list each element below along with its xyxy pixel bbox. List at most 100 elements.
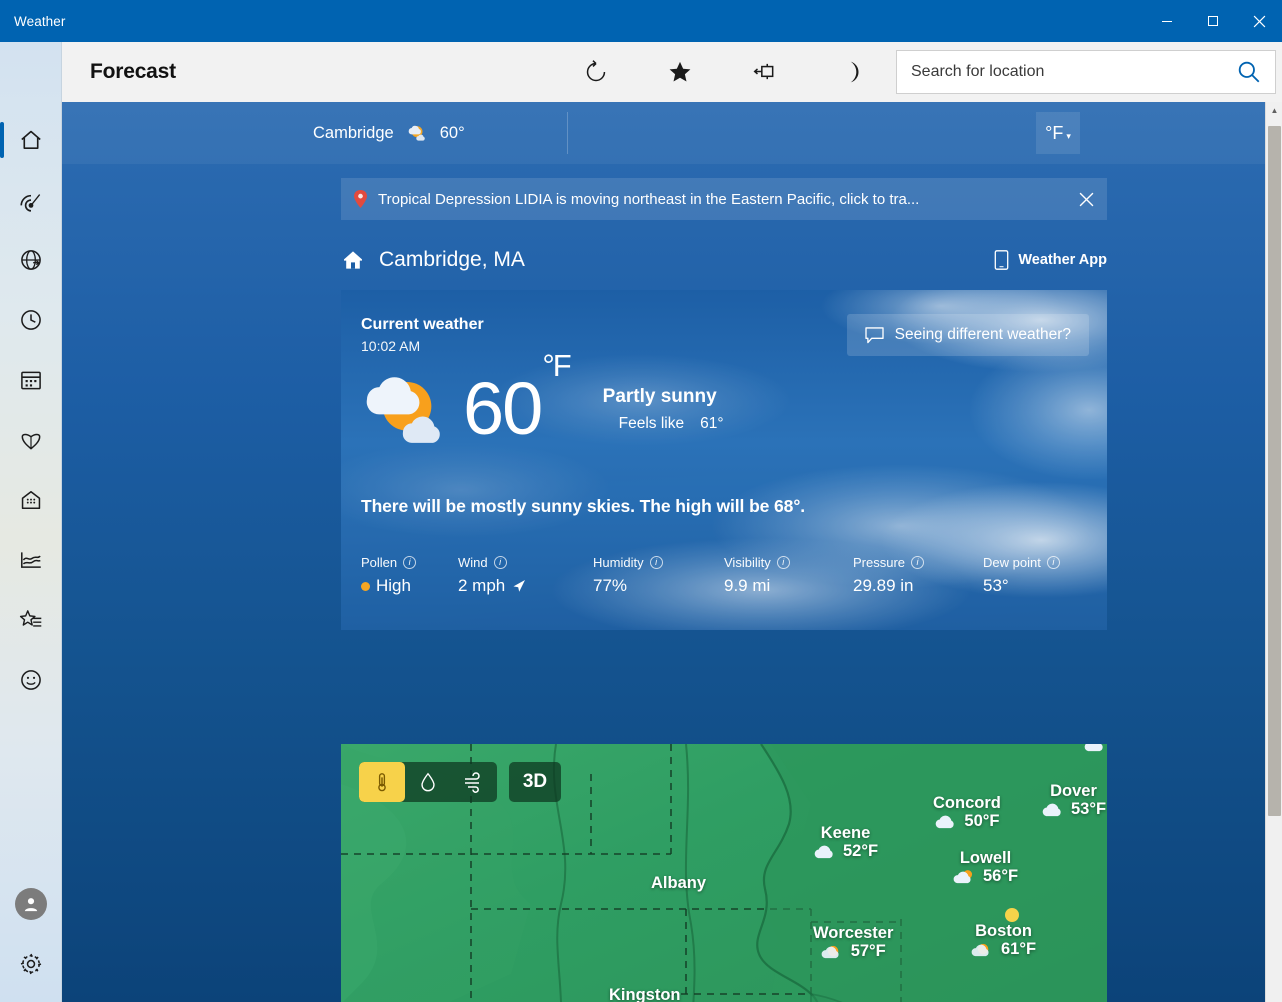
scroll-up-button[interactable]: ▲ (1266, 102, 1282, 119)
map-city-name: Boston (975, 922, 1032, 940)
info-icon[interactable]: i (403, 556, 417, 569)
map-city-marker[interactable]: Dover 53°F (1041, 782, 1106, 819)
avatar (15, 888, 47, 920)
unit-label: °F (1045, 122, 1064, 143)
thermometer-icon (378, 773, 386, 792)
map-layer-temperature-button[interactable] (359, 762, 405, 802)
minimize-button[interactable] (1144, 0, 1190, 42)
search-submit-button[interactable] (1223, 50, 1275, 94)
map-city-marker[interactable]: Concord 50°F (933, 794, 1001, 831)
close-button[interactable] (1236, 0, 1282, 42)
alert-banner[interactable]: Tropical Depression LIDIA is moving nort… (341, 178, 1107, 220)
star-list-icon (19, 610, 42, 627)
metric-pressure-value: 29.89 in (853, 576, 914, 595)
house-grid-icon (21, 491, 41, 509)
sidebar-item-monthly[interactable] (0, 350, 62, 410)
map-layer-precipitation-button[interactable] (405, 762, 451, 802)
info-icon[interactable]: i (776, 556, 790, 569)
current-temperature: 60°F (463, 350, 572, 446)
sidebar-item-world[interactable] (0, 230, 62, 290)
map-city-marker[interactable]: Albany (651, 874, 706, 893)
unit-toggle-button[interactable]: °F ▾ (1036, 112, 1080, 154)
vertical-scrollbar[interactable]: ▲ (1265, 102, 1282, 1002)
forecast-narrative: There will be mostly sunny skies. The hi… (361, 496, 805, 516)
map-3d-toggle-button[interactable]: 3D (509, 762, 561, 802)
info-icon[interactable]: i (911, 556, 925, 569)
current-temperature-value: 60 (463, 367, 543, 450)
minimize-icon (1162, 21, 1172, 22)
navigation-rail-items (0, 110, 62, 710)
pin-button[interactable] (722, 42, 806, 102)
favorite-button[interactable] (638, 42, 722, 102)
night-mode-button[interactable] (806, 42, 890, 102)
current-weather-inner: Current weather 10:02 AM Seeing differen… (341, 290, 1107, 596)
wind-icon (465, 772, 480, 793)
info-icon[interactable]: i (649, 556, 663, 569)
page-location-title: Cambridge, MA (379, 248, 525, 271)
sidebar-item-historical[interactable] (0, 530, 62, 590)
location-tab-cambridge[interactable]: Cambridge 60° (313, 122, 465, 144)
sidebar-item-feedback[interactable] (0, 650, 62, 710)
search-input[interactable] (897, 63, 1223, 81)
account-button[interactable] (0, 874, 62, 934)
search-icon (1238, 61, 1260, 83)
window-controls (1144, 0, 1282, 42)
settings-button[interactable] (0, 934, 62, 994)
window-titlebar: Weather (0, 0, 1282, 42)
weather-app-label: Weather App (1018, 252, 1107, 268)
condition-block: Partly sunny Feels like 61° (603, 386, 724, 433)
metric-visibility-label: Visibility (724, 555, 771, 570)
search-box[interactable] (896, 50, 1276, 94)
map-city-temp: 57°F (850, 942, 886, 960)
chart-icon (21, 552, 41, 568)
metric-dew-point-value: 53° (983, 576, 1009, 595)
map-city-marker[interactable]: Lowell 56°F (953, 849, 1018, 886)
sidebar-item-favorites[interactable] (0, 590, 62, 650)
seeing-different-weather-button[interactable]: Seeing different weather? (846, 314, 1089, 356)
calendar-icon (21, 371, 41, 390)
leaf-icon (21, 433, 41, 450)
metric-humidity: Humidity i 77% (593, 555, 724, 596)
pollen-level-dot (361, 581, 370, 591)
info-icon[interactable]: i (493, 556, 507, 569)
metric-visibility-label-row: Visibility i (724, 555, 853, 570)
current-weather-card: Current weather 10:02 AM Seeing differen… (341, 290, 1107, 630)
cloudy-icon (936, 815, 955, 828)
seeing-different-weather-label: Seeing different weather? (894, 326, 1071, 343)
map-city-temp-row: 61°F (971, 940, 1036, 959)
alert-pin-icon (353, 190, 368, 208)
sidebar-item-home[interactable] (0, 110, 62, 170)
metric-dew-point: Dew point i 53° (983, 555, 1060, 596)
sidebar-item-maps[interactable] (0, 170, 62, 230)
sidebar-item-pollen[interactable] (0, 410, 62, 470)
feels-like: Feels like 61° (603, 415, 724, 433)
partly-sunny-icon (971, 943, 989, 956)
sidebar-item-air-quality[interactable] (0, 470, 62, 530)
map-city-temp: 52°F (843, 842, 879, 860)
metric-pressure: Pressure i 29.89 in (853, 555, 983, 596)
map-city-marker[interactable]: Worcester 57°F (813, 924, 893, 961)
metric-humidity-value-row: 77% (593, 576, 724, 596)
feels-like-value: 61° (700, 414, 724, 432)
scrollbar-thumb[interactable] (1268, 126, 1281, 816)
map-city-marker[interactable]: Kingston (609, 986, 681, 1002)
metrics-row: Pollen i High Wind i 2 mph Humidity i 77… (361, 555, 1085, 596)
map-city-temp-row: 50°F (933, 812, 1001, 831)
map-city-marker[interactable]: Keene 52°F (813, 824, 878, 861)
partly-sunny-icon (408, 125, 425, 141)
map-city-name: Albany (651, 874, 707, 892)
metric-dew-point-label: Dew point (983, 555, 1041, 570)
sidebar-item-hourly[interactable] (0, 290, 62, 350)
maximize-button[interactable] (1190, 0, 1236, 42)
refresh-button[interactable] (554, 42, 638, 102)
map-card[interactable]: 3D 55°F Concord 50°F Dover 53°F (341, 744, 1107, 1002)
close-icon (1079, 192, 1093, 206)
map-city-marker[interactable]: Boston 61°F (971, 922, 1036, 959)
feels-like-label: Feels like (618, 414, 685, 432)
metric-humidity-value: 77% (593, 576, 628, 595)
map-layer-wind-button[interactable] (451, 762, 497, 802)
alert-close-button[interactable] (1065, 178, 1107, 220)
info-icon[interactable]: i (1046, 556, 1060, 569)
weather-app-link[interactable]: Weather App (994, 250, 1107, 270)
map-city-marker[interactable]: 55°F (1083, 744, 1107, 754)
